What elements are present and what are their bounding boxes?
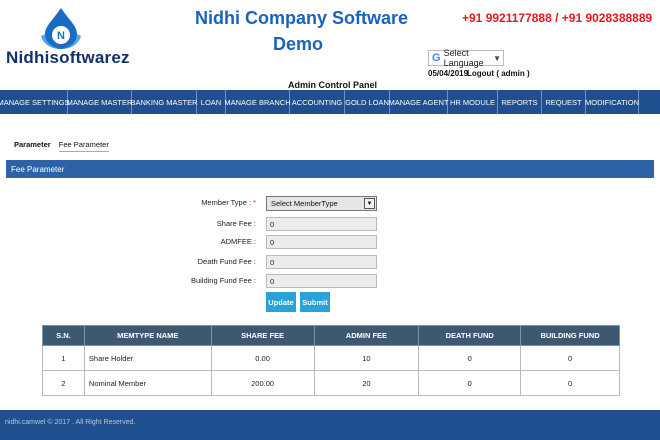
chevron-down-icon: ▼ bbox=[364, 198, 375, 209]
death-fund-row: Death Fund Fee : 0 bbox=[0, 255, 660, 269]
panel-title: Admin Control Panel bbox=[288, 80, 378, 90]
fee-table: S.N. MEMTYPE NAME SHARE FEE ADMIN FEE DE… bbox=[42, 325, 620, 396]
main-nav: MANAGE SETTINGS MANAGE MASTER BANKING MA… bbox=[0, 90, 660, 114]
col-header-sn: S.N. bbox=[42, 325, 85, 346]
building-fund-input[interactable]: 0 bbox=[266, 274, 377, 288]
cell-share-fee: 200.00 bbox=[210, 370, 315, 396]
share-fee-input[interactable]: 0 bbox=[266, 217, 377, 231]
breadcrumb-current: Fee Parameter bbox=[58, 140, 109, 152]
update-button[interactable]: Update bbox=[266, 292, 296, 312]
nav-hr-module[interactable]: HR MODULE bbox=[448, 90, 498, 114]
page: N Nidhisoftwarez Nidhi Company Software … bbox=[0, 0, 660, 440]
member-type-row: Member Type : * Select MemberType ▼ bbox=[0, 196, 660, 211]
cell-admin-fee: 10 bbox=[313, 345, 420, 371]
cell-memtype-name: Share Holder bbox=[83, 345, 212, 371]
table-row: 2 Nominal Member 200.00 20 0 0 bbox=[42, 370, 620, 396]
nav-banking-master[interactable]: BANKING MASTER bbox=[130, 90, 198, 114]
share-fee-label: Share Fee : bbox=[216, 219, 256, 228]
chevron-down-icon: ▼ bbox=[493, 53, 501, 63]
nav-request[interactable]: REQUEST bbox=[542, 90, 586, 114]
nav-manage-master[interactable]: MANAGE MASTER bbox=[67, 90, 132, 114]
app-subtitle: Demo bbox=[273, 34, 324, 54]
logo-text: Nidhisoftwarez bbox=[6, 48, 130, 67]
language-select-label: Select Language bbox=[443, 48, 484, 68]
col-header-death-fund: DEATH FUND bbox=[418, 325, 522, 346]
cell-death-fund: 0 bbox=[418, 370, 522, 396]
death-fund-input[interactable]: 0 bbox=[266, 255, 377, 269]
footer: nidhi.camwel © 2017 . All Right Reserved… bbox=[0, 410, 660, 440]
nav-reports[interactable]: REPORTS bbox=[498, 90, 542, 114]
cell-share-fee: 0.00 bbox=[210, 345, 315, 371]
cell-sn: 1 bbox=[42, 345, 85, 371]
col-header-share-fee: SHARE FEE bbox=[210, 325, 315, 346]
nav-manage-branch[interactable]: MANAGE BRANCH bbox=[224, 90, 291, 114]
col-header-memtype-name: MEMTYPE NAME bbox=[83, 325, 212, 346]
nav-gold-loan[interactable]: GOLD LOAN bbox=[345, 90, 390, 114]
member-type-select[interactable]: Select MemberType ▼ bbox=[266, 196, 377, 211]
breadcrumb-parent[interactable]: Parameter bbox=[14, 140, 51, 149]
table-header-row: S.N. MEMTYPE NAME SHARE FEE ADMIN FEE DE… bbox=[42, 325, 620, 346]
share-fee-row: Share Fee : 0 bbox=[0, 217, 660, 231]
cell-building-fund: 0 bbox=[520, 370, 620, 396]
building-fund-label: Building Fund Fee : bbox=[190, 276, 256, 285]
section-title: Fee Parameter bbox=[6, 160, 654, 178]
death-fund-label: Death Fund Fee : bbox=[197, 257, 256, 266]
admfee-row: ADMFEE : 0 bbox=[0, 235, 660, 249]
cell-memtype-name: Nominal Member bbox=[83, 370, 212, 396]
member-type-label: Member Type : * bbox=[201, 198, 256, 207]
col-header-admin-fee: ADMIN FEE bbox=[313, 325, 420, 346]
table-row: 1 Share Holder 0.00 10 0 0 bbox=[42, 345, 620, 371]
cell-sn: 2 bbox=[42, 370, 85, 396]
member-type-value: Select MemberType bbox=[271, 199, 338, 208]
admfee-label: ADMFEE : bbox=[220, 237, 256, 246]
logo-letter: N bbox=[57, 30, 65, 42]
cell-death-fund: 0 bbox=[418, 345, 522, 371]
col-header-building-fund: BUILDING FUND bbox=[520, 325, 620, 346]
nav-loan[interactable]: LOAN bbox=[197, 90, 226, 114]
app-title: Nidhi Company Software bbox=[195, 8, 409, 28]
cell-building-fund: 0 bbox=[520, 345, 620, 371]
submit-button[interactable]: Submit bbox=[300, 292, 330, 312]
breadcrumb: Parameter Fee Parameter bbox=[14, 140, 109, 152]
current-date: 05/04/2019 bbox=[428, 69, 469, 78]
cell-admin-fee: 20 bbox=[313, 370, 420, 396]
google-icon: G bbox=[432, 52, 441, 64]
admfee-input[interactable]: 0 bbox=[266, 235, 377, 249]
logout-link[interactable]: Logout ( admin ) bbox=[467, 69, 530, 78]
language-select[interactable]: G Select Language ▼ bbox=[428, 48, 504, 68]
contact-phone: +91 9921177888 / +91 9028388889 bbox=[462, 11, 653, 25]
nav-manage-agent[interactable]: MANAGE AGENT bbox=[389, 90, 449, 114]
nav-modification[interactable]: MODIFICATION bbox=[585, 90, 639, 114]
header: N Nidhisoftwarez Nidhi Company Software … bbox=[0, 0, 660, 90]
nav-accounting[interactable]: ACCOUNTING bbox=[290, 90, 345, 114]
building-fund-row: Building Fund Fee : 0 bbox=[0, 274, 660, 288]
nav-manage-settings[interactable]: MANAGE SETTINGS bbox=[0, 90, 70, 114]
logo-drop-icon: N bbox=[41, 8, 81, 49]
